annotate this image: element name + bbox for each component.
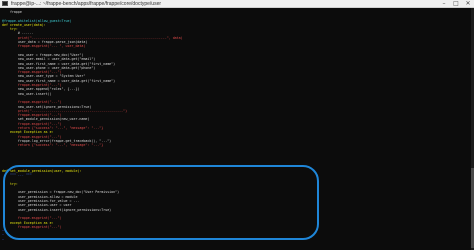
maximize-button[interactable]: □ bbox=[450, 0, 462, 8]
window-title: frappe@ip-...: ~/frappe-bench/apps/frapp… bbox=[11, 1, 162, 7]
minimize-button[interactable]: – bbox=[438, 0, 450, 8]
close-button[interactable]: ✕ bbox=[462, 0, 474, 8]
terminal-window: frappe@ip-...: ~/frappe-bench/apps/frapp… bbox=[0, 0, 474, 250]
highlight-annotation bbox=[3, 165, 319, 240]
title-bar[interactable]: frappe@ip-...: ~/frappe-bench/apps/frapp… bbox=[0, 0, 474, 8]
terminal-app-icon bbox=[2, 1, 8, 6]
